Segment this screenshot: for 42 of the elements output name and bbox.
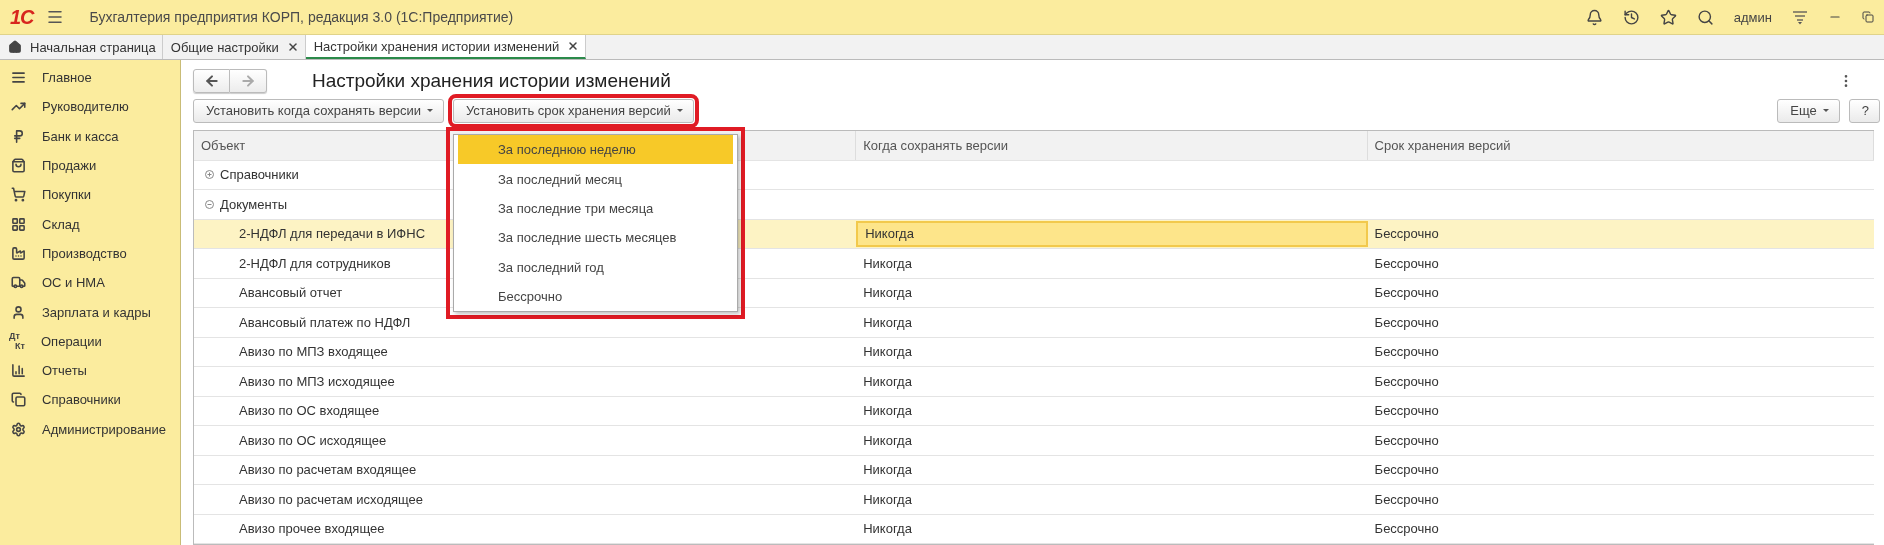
table-cell: Авизо прочее входящее	[239, 521, 385, 537]
table-cell: Никогда	[863, 373, 912, 389]
table-cell: Авизо по МПЗ входящее	[239, 344, 388, 360]
table-cell: Бессрочно	[1374, 314, 1439, 330]
table-cell: Справочники	[220, 167, 299, 183]
app-logo: 1С	[10, 5, 34, 29]
table-cell: Никогда	[863, 521, 912, 537]
table-cell: Авизо по расчетам исходящее	[239, 491, 424, 507]
table-cell: Бессрочно	[1374, 491, 1439, 507]
table-cell: Никогда	[863, 285, 912, 301]
table-cell: Бессрочно	[1374, 344, 1439, 360]
table-cell: Бессрочно	[1374, 255, 1439, 271]
tab-label: Настройки хранения истории изменений	[313, 38, 560, 54]
table-cell: Никогда	[863, 255, 912, 271]
table-cell: Авансовый платеж по НДФЛ	[239, 314, 411, 330]
table-cell: Бессрочно	[1374, 373, 1439, 389]
debit-credit-icon: Дт Кт	[9, 331, 27, 352]
table-cell: Бессрочно	[1374, 403, 1439, 419]
table-cell: Никогда	[863, 462, 912, 478]
table-cell: Авизо по ОС исходящее	[239, 432, 387, 448]
table-cell: Бессрочно	[1374, 432, 1439, 448]
table-cell: Никогда	[865, 226, 914, 242]
table-cell: Бессрочно	[1374, 285, 1439, 301]
table-cell: Бессрочно	[1374, 462, 1439, 478]
table-cell: Бессрочно	[1374, 521, 1439, 537]
table-cell: Никогда	[863, 491, 912, 507]
table-cell: Никогда	[863, 403, 912, 419]
table-cell: Документы	[220, 196, 287, 212]
table-cell: 2-НДФЛ для передачи в ИФНС	[239, 226, 426, 242]
form-title: Настройки хранения истории изменений	[312, 69, 672, 92]
table-cell: Никогда	[863, 432, 912, 448]
table-cell: Авизо по МПЗ исходящее	[239, 373, 395, 389]
window-title: Бухгалтерия предприятия КОРП, редакция 3.0 (1С:Предприятие)	[89, 9, 515, 25]
tab-label: Общие настройки	[170, 39, 279, 55]
table-cell: Авансовый отчет	[239, 285, 343, 301]
table-cell: Авизо по расчетам входящее	[239, 462, 417, 478]
table-cell: 2-НДФЛ для сотрудников	[239, 255, 391, 271]
table-cell: Бессрочно	[1374, 226, 1439, 242]
table-cell: Авизо по ОС входящее	[239, 403, 380, 419]
table-cell: Никогда	[863, 344, 912, 360]
tab-label: Начальная страница	[30, 39, 156, 55]
table-cell: Никогда	[863, 314, 912, 330]
